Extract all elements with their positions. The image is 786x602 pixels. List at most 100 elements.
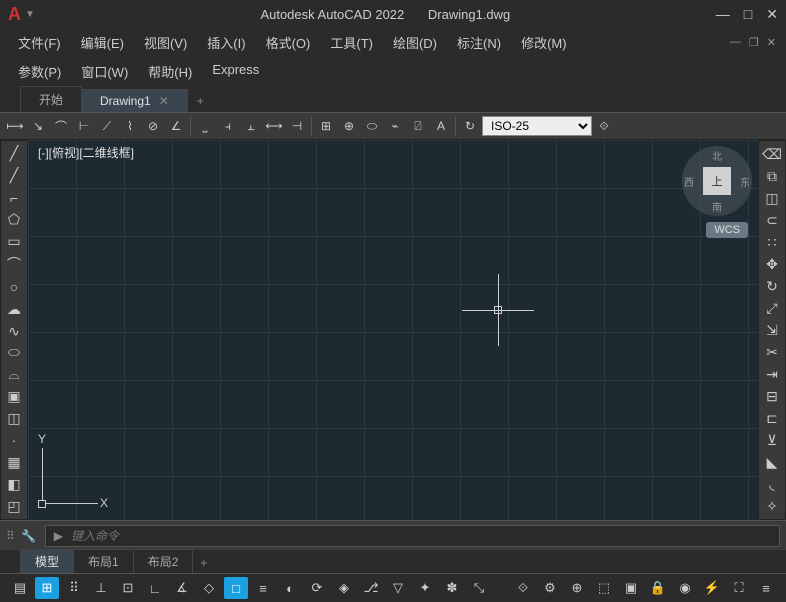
dim-text-edit-icon[interactable]: A — [430, 115, 452, 137]
units-button[interactable]: ⬚ — [592, 577, 616, 599]
tab-layout1[interactable]: 布局1 — [73, 549, 134, 573]
new-tab-button[interactable]: + — [187, 90, 214, 112]
ellipse-icon[interactable]: ⬭ — [3, 344, 25, 362]
menu-help[interactable]: 帮助(H) — [140, 59, 200, 84]
rectangle-icon[interactable]: ▭ — [3, 233, 25, 251]
wcs-badge[interactable]: WCS — [706, 222, 748, 238]
menu-draw[interactable]: 绘图(D) — [385, 30, 445, 55]
viewport-label[interactable]: [-][俯视][二维线框] — [38, 144, 134, 161]
dim-aligned-icon[interactable]: ↘ — [27, 115, 49, 137]
chamfer-icon[interactable]: ◣ — [761, 453, 783, 471]
osnap-toggle[interactable]: □ — [224, 577, 248, 599]
new-layout-button[interactable]: + — [192, 553, 215, 573]
menu-window[interactable]: 窗口(W) — [73, 59, 136, 84]
ortho-toggle[interactable]: ∟ — [143, 577, 167, 599]
mirror-icon[interactable]: ◫ — [761, 189, 783, 207]
hardware-accel-toggle[interactable]: ⚡ — [700, 577, 724, 599]
grid-toggle[interactable]: ⊞ — [35, 577, 59, 599]
make-block-icon[interactable]: ◫ — [3, 410, 25, 428]
menu-parametric[interactable]: 参数(P) — [10, 59, 69, 84]
dimstyle-select[interactable]: ISO-25 — [482, 116, 592, 136]
arc-icon[interactable]: ⌒ — [3, 254, 25, 274]
polyline-icon[interactable]: ⌐ — [3, 189, 25, 207]
join-icon[interactable]: ⊻ — [761, 431, 783, 449]
dim-continue-icon[interactable]: ⫠ — [240, 115, 262, 137]
annotation-monitor-toggle[interactable]: ⊕ — [565, 577, 589, 599]
dynamic-input-toggle[interactable]: ⊡ — [116, 577, 140, 599]
inspect-icon[interactable]: ⬭ — [361, 115, 383, 137]
scale-icon[interactable]: ⤢ — [761, 299, 783, 317]
break-at-point-icon[interactable]: ⊟ — [761, 387, 783, 405]
mdi-minimize-button[interactable]: — — [730, 36, 741, 49]
polar-toggle[interactable]: ∡ — [170, 577, 194, 599]
menu-file[interactable]: 文件(F) — [10, 30, 69, 55]
menu-edit[interactable]: 编辑(E) — [73, 30, 132, 55]
menu-view[interactable]: 视图(V) — [136, 30, 195, 55]
minimize-button[interactable]: — — [716, 6, 730, 23]
move-icon[interactable]: ✥ — [761, 255, 783, 273]
stretch-icon[interactable]: ⇲ — [761, 321, 783, 339]
command-input-box[interactable]: ▶ — [45, 525, 780, 547]
circle-icon[interactable]: ○ — [3, 278, 25, 296]
jogged-linear-icon[interactable]: ⌁ — [384, 115, 406, 137]
model-space-button[interactable]: ▤ — [8, 577, 32, 599]
dimstyle-manage-icon[interactable]: ⟐ — [593, 115, 615, 137]
customize-status-button[interactable]: ≡ — [754, 577, 778, 599]
polygon-icon[interactable]: ⬠ — [3, 211, 25, 229]
tab-drawing1[interactable]: Drawing1 ✕ — [81, 89, 188, 112]
hatch-icon[interactable]: ▦ — [3, 453, 25, 471]
close-icon[interactable]: ✕ — [159, 94, 169, 108]
dim-angular-icon[interactable]: ∠ — [165, 115, 187, 137]
gradient-icon[interactable]: ◧ — [3, 475, 25, 493]
array-icon[interactable]: ∷ — [761, 233, 783, 251]
logo-menu-arrow[interactable]: ▼ — [25, 9, 35, 20]
annotation-scale-button[interactable]: ⟐ — [511, 577, 535, 599]
isolate-objects-button[interactable]: ◉ — [673, 577, 697, 599]
dim-space-icon[interactable]: ⟷ — [263, 115, 285, 137]
snap-mode-toggle[interactable]: ⠿ — [62, 577, 86, 599]
insert-block-icon[interactable]: ▣ — [3, 388, 25, 406]
dim-linear-icon[interactable]: ⟼ — [4, 115, 26, 137]
spline-icon[interactable]: ∿ — [3, 322, 25, 340]
dim-jogged-icon[interactable]: ⌇ — [119, 115, 141, 137]
quick-properties-toggle[interactable]: ▣ — [619, 577, 643, 599]
dim-radius-icon[interactable]: ⟋ — [96, 115, 118, 137]
rotate-icon[interactable]: ↻ — [761, 277, 783, 295]
clean-screen-toggle[interactable]: ⛶ — [727, 577, 751, 599]
menu-modify[interactable]: 修改(M) — [513, 30, 575, 55]
mdi-close-button[interactable]: ✕ — [767, 36, 776, 49]
point-icon[interactable]: · — [3, 432, 25, 450]
tab-model[interactable]: 模型 — [20, 549, 74, 573]
annotation-visibility-toggle[interactable]: ✽ — [440, 577, 464, 599]
autoscale-toggle[interactable]: ⤡ — [467, 577, 491, 599]
close-button[interactable]: ✕ — [766, 6, 778, 23]
dim-update-icon[interactable]: ↻ — [459, 115, 481, 137]
menu-insert[interactable]: 插入(I) — [199, 30, 253, 55]
selection-filter-toggle[interactable]: ▽ — [386, 577, 410, 599]
lineweight-toggle[interactable]: ≡ — [251, 577, 275, 599]
transparency-toggle[interactable]: ◐ — [278, 577, 302, 599]
selection-cycling-toggle[interactable]: ⟳ — [305, 577, 329, 599]
dynamic-ucs-toggle[interactable]: ⎇ — [359, 577, 383, 599]
view-cube[interactable]: 北 南 东 西 上 — [682, 146, 752, 216]
dim-arc-icon[interactable]: ⌒ — [50, 115, 72, 137]
erase-icon[interactable]: ⌫ — [761, 145, 783, 163]
gizmo-toggle[interactable]: ✦ — [413, 577, 437, 599]
offset-icon[interactable]: ⊂ — [761, 211, 783, 229]
dim-edit-icon[interactable]: ⍁ — [407, 115, 429, 137]
infer-constraints-toggle[interactable]: ⊥ — [89, 577, 113, 599]
center-mark-icon[interactable]: ⊕ — [338, 115, 360, 137]
tolerance-icon[interactable]: ⊞ — [315, 115, 337, 137]
line-icon[interactable]: ╱ — [3, 145, 25, 163]
model-viewport[interactable]: [-][俯视][二维线框] 北 南 东 西 上 WCS Y X — [28, 140, 758, 520]
3dosnap-toggle[interactable]: ◈ — [332, 577, 356, 599]
maximize-button[interactable]: □ — [744, 6, 752, 23]
copy-icon[interactable]: ⧉ — [761, 167, 783, 185]
xline-icon[interactable]: ╱ — [3, 167, 25, 185]
workspace-switch-button[interactable]: ⚙ — [538, 577, 562, 599]
dim-ordinate-icon[interactable]: ⊢ — [73, 115, 95, 137]
lock-ui-toggle[interactable]: 🔒 — [646, 577, 670, 599]
dim-diameter-icon[interactable]: ⊘ — [142, 115, 164, 137]
mdi-restore-button[interactable]: ❐ — [749, 36, 759, 49]
tab-layout2[interactable]: 布局2 — [133, 549, 194, 573]
